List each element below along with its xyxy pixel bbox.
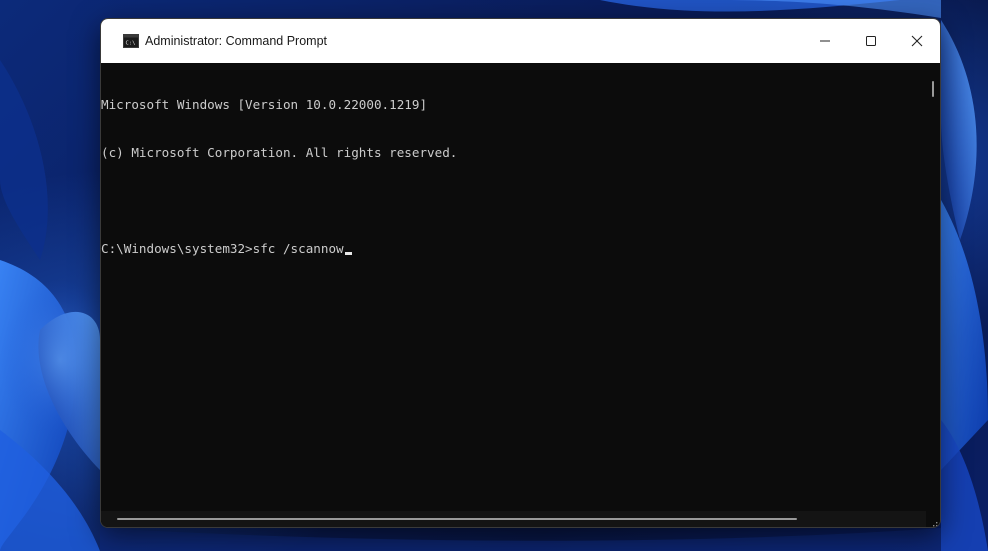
- minimize-button[interactable]: [802, 19, 848, 63]
- close-icon: [911, 32, 923, 51]
- close-button[interactable]: [894, 19, 940, 63]
- console-output: Microsoft Windows [Version 10.0.22000.12…: [101, 65, 457, 289]
- command-line[interactable]: C:\Windows\system32>sfc /scannow: [101, 241, 457, 257]
- cmd-icon: C:\: [123, 34, 139, 48]
- window-title: Administrator: Command Prompt: [145, 34, 328, 48]
- resize-grip-icon[interactable]: [928, 515, 938, 527]
- maximize-button[interactable]: [848, 19, 894, 63]
- command-text: C:\Windows\system32>sfc /scannow: [101, 241, 344, 256]
- console-area[interactable]: Microsoft Windows [Version 10.0.22000.12…: [101, 63, 940, 527]
- console-line: (c) Microsoft Corporation. All rights re…: [101, 145, 458, 160]
- vertical-scroll-thumb[interactable]: [932, 81, 934, 97]
- horizontal-scrollbar[interactable]: [101, 511, 926, 527]
- text-cursor: [344, 252, 352, 255]
- window-controls: [802, 19, 940, 63]
- command-prompt-window: C:\ Administrator: Command Prompt Micros…: [100, 18, 941, 528]
- minimize-icon: [819, 32, 831, 51]
- maximize-icon: [865, 32, 877, 51]
- svg-text:C:\: C:\: [126, 41, 136, 47]
- vertical-scrollbar[interactable]: [926, 63, 940, 511]
- title-bar[interactable]: C:\ Administrator: Command Prompt: [101, 19, 940, 63]
- console-line: Microsoft Windows [Version 10.0.22000.12…: [101, 97, 428, 112]
- horizontal-scroll-thumb[interactable]: [117, 518, 797, 520]
